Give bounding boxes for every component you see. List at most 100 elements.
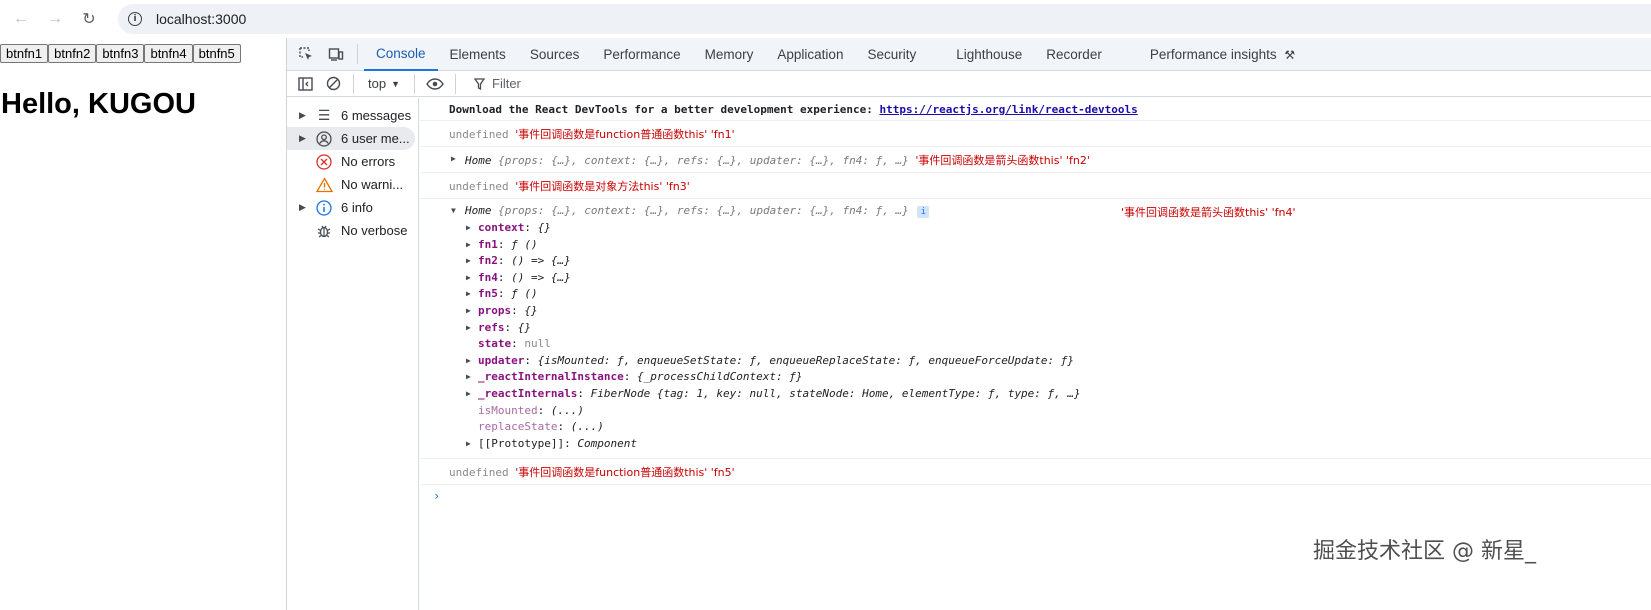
inspect-element-icon[interactable] (291, 39, 321, 69)
react-devtools-link[interactable]: https://reactjs.org/link/react-devtools (879, 103, 1137, 116)
sidebar-item-verbose[interactable]: No verbose (287, 219, 418, 242)
expand-arrow-icon[interactable]: ▶ (466, 369, 471, 386)
console-message[interactable]: ▶ Home {props: {…}, context: {…}, refs: … (420, 147, 1651, 173)
button-row: btnfn1 btnfn2 btnfn3 btnfn4 btnfn5 (0, 44, 241, 63)
expand-arrow-icon[interactable]: ▶ (299, 110, 313, 121)
expand-arrow-icon[interactable]: ▶ (466, 436, 471, 453)
object-property-row[interactable]: ▶ fn2: () => {…} (420, 253, 1651, 270)
expand-arrow-icon[interactable]: ▶ (466, 270, 471, 287)
expand-arrow-icon[interactable]: ▶ (466, 286, 471, 303)
property-value[interactable]: (...) (551, 404, 584, 417)
tab-recorder[interactable]: Recorder (1034, 38, 1138, 71)
property-key: isMounted (478, 403, 538, 417)
back-button[interactable]: ← (4, 2, 38, 36)
watermark: 掘金技术社区 @ 新星_ (1313, 539, 1536, 564)
property-value[interactable]: (...) (571, 420, 604, 433)
console-message: undefined '事件回调函数是function普通函数this' 'fn5… (420, 459, 1651, 486)
console-message: Download the React DevTools for a better… (420, 98, 1651, 121)
object-property-row[interactable]: ▶ fn5: ƒ () (420, 286, 1651, 303)
object-summary[interactable]: {props: {…}, context: {…}, refs: {…}, up… (498, 204, 909, 217)
site-info-icon[interactable]: i (128, 12, 142, 26)
sidebar-item-label: No errors (341, 154, 396, 169)
console-prompt-row[interactable]: › (420, 485, 1651, 509)
expand-arrow-icon[interactable]: ▶ (466, 386, 471, 403)
object-properties: ▶ context: {} ▶ fn1: ƒ () ▶ fn2: () => {…} ▶ fn… (420, 220, 1651, 452)
tab-elements[interactable]: Elements (438, 38, 518, 71)
object-property-row: replaceState: (...) (420, 419, 1651, 436)
property-value: {} (524, 303, 538, 317)
sidebar-item-warnings[interactable]: No warni... (287, 173, 418, 196)
address-bar[interactable]: i localhost:3000 (118, 4, 1651, 34)
property-separator: : (623, 370, 637, 384)
sidebar-item-info[interactable]: ▶ 6 info (287, 196, 418, 219)
tab-lighthouse[interactable]: Lighthouse (944, 38, 1034, 71)
context-selector[interactable]: top ▼ (360, 76, 408, 91)
object-property-row[interactable]: ▶ props: {} (420, 303, 1651, 320)
browser-toolbar: ← → ↻ i localhost:3000 (0, 0, 1651, 38)
info-icon (315, 199, 333, 217)
expand-arrow-icon[interactable]: ▶ (299, 133, 313, 144)
property-key: [[Prototype]] (478, 436, 565, 450)
console-toolbar: top ▼ Filter (287, 71, 1651, 97)
object-property-row[interactable]: ▶ _reactInternalInstance: {_processChildC… (420, 369, 1651, 386)
console-message: undefined '事件回调函数是function普通函数this' 'fn1… (420, 121, 1651, 147)
console-prompt-icon[interactable]: › (433, 489, 440, 503)
page-viewport: btnfn1 btnfn2 btnfn3 btnfn4 btnfn5 Hello… (0, 38, 286, 610)
sidebar-item-messages[interactable]: ▶ ☰ 6 messages (287, 104, 418, 127)
object-property-row[interactable]: ▶ updater: {isMounted: ƒ, enqueueSetState… (420, 353, 1651, 370)
object-property-row[interactable]: ▶ refs: {} (420, 320, 1651, 337)
devtools-tab-bar: Console Elements Sources Performance Mem… (287, 38, 1651, 71)
expand-arrow-icon[interactable]: ▶ (466, 353, 471, 370)
log-undefined: undefined (449, 128, 509, 141)
tab-security[interactable]: Security (855, 38, 944, 71)
context-selector-value: top (368, 76, 387, 91)
btnfn1-button[interactable]: btnfn1 (0, 44, 49, 63)
sidebar-toggle-icon[interactable] (291, 71, 319, 97)
property-value: FiberNode {tag: 1, key: null, stateNode:… (590, 386, 1081, 400)
expand-arrow-icon[interactable]: ▶ (466, 220, 471, 237)
forward-button[interactable]: → (38, 2, 72, 36)
object-property-row[interactable]: ▶ fn1: ƒ () (420, 237, 1651, 254)
log-string: '事件回调函数是对象方法this' 'fn3' (515, 180, 690, 193)
tab-application[interactable]: Application (765, 38, 855, 71)
property-value: Component (577, 436, 637, 450)
collapse-arrow-icon[interactable]: ▼ (451, 206, 456, 215)
btnfn5-button[interactable]: btnfn5 (192, 44, 241, 63)
sidebar-item-errors[interactable]: No errors (287, 150, 418, 173)
btnfn2-button[interactable]: btnfn2 (48, 44, 97, 63)
toolbar-divider (414, 73, 415, 94)
object-property-row[interactable]: ▶ context: {} (420, 220, 1651, 237)
tab-performance[interactable]: Performance (591, 38, 692, 71)
tab-performance-insights[interactable]: Performance insights ⚒ (1138, 38, 1307, 71)
tab-console[interactable]: Console (364, 38, 438, 71)
btnfn3-button[interactable]: btnfn3 (96, 44, 145, 63)
clear-console-icon[interactable] (319, 71, 347, 97)
expand-arrow-icon[interactable]: ▶ (299, 202, 313, 213)
sidebar-item-user-messages[interactable]: ▶ 6 user me... (287, 127, 415, 150)
expand-arrow-icon[interactable]: ▶ (466, 237, 471, 254)
log-string: '事件回调函数是function普通函数this' 'fn5' (515, 466, 735, 480)
object-property-row[interactable]: ▶ [[Prototype]]: Component (420, 436, 1651, 453)
log-string: '事件回调函数是function普通函数this' 'fn1' (515, 128, 735, 141)
expand-arrow-icon[interactable]: ▶ (466, 253, 471, 270)
btnfn4-button[interactable]: btnfn4 (144, 44, 193, 63)
live-expression-eye-icon[interactable] (421, 71, 449, 97)
expand-arrow-icon[interactable]: ▶ (466, 320, 471, 337)
object-summary[interactable]: {props: {…}, context: {…}, refs: {…}, up… (498, 154, 909, 167)
property-key: fn5 (478, 287, 498, 301)
device-toolbar-icon[interactable] (321, 39, 351, 69)
tab-sources[interactable]: Sources (518, 38, 592, 71)
log-string: '事件回调函数是箭头函数this' 'fn2' (915, 154, 1090, 167)
devtools-download-text: Download the React DevTools for a better… (449, 103, 880, 116)
filter-input[interactable]: Filter (474, 76, 521, 91)
expand-arrow-icon[interactable]: ▶ (466, 303, 471, 320)
reload-button[interactable]: ↻ (72, 2, 106, 36)
tab-memory[interactable]: Memory (693, 38, 766, 71)
object-info-badge-icon[interactable]: i (917, 206, 930, 218)
console-message-expanded[interactable]: ▼ Home {props: {…}, context: {…}, refs: … (420, 199, 1651, 460)
sidebar-item-label: No warni... (341, 177, 404, 192)
expand-arrow-icon[interactable]: ▶ (451, 154, 456, 163)
url-text[interactable]: localhost:3000 (156, 11, 246, 27)
object-property-row[interactable]: ▶ fn4: () => {…} (420, 270, 1651, 287)
object-property-row[interactable]: ▶ _reactInternals: FiberNode {tag: 1, key… (420, 386, 1651, 403)
